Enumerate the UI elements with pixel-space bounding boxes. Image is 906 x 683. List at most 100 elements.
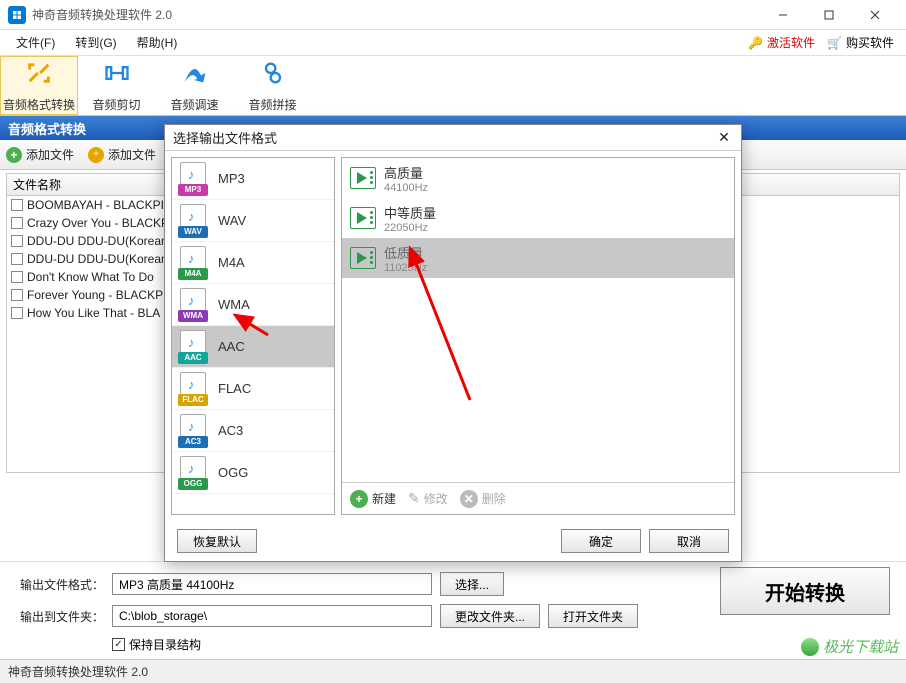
add-file-button[interactable]: + 添加文件 bbox=[6, 146, 74, 163]
quality-item[interactable]: 中等质量22050Hz bbox=[342, 198, 734, 238]
format-label: OGG bbox=[218, 465, 248, 480]
plus-icon: + bbox=[6, 147, 22, 163]
add-folder-button[interactable]: + 添加文件 bbox=[88, 146, 156, 163]
quality-panel: 高质量44100Hz中等质量22050Hz低质量11025Hz + 新建 ✎ 修… bbox=[341, 157, 735, 515]
edit-quality-button[interactable]: ✎ 修改 bbox=[408, 490, 448, 507]
tool-join[interactable]: 音频拼接 bbox=[234, 56, 312, 115]
file-name: DDU-DU DDU-DU(Korean bbox=[27, 252, 168, 266]
format-icon: ♪AC3 bbox=[178, 414, 210, 448]
quality-name: 高质量 bbox=[384, 163, 428, 182]
activate-label: 激活软件 bbox=[767, 34, 815, 51]
tool-cut-label: 音频剪切 bbox=[92, 96, 140, 113]
row-checkbox[interactable] bbox=[11, 253, 23, 265]
join-icon bbox=[259, 59, 287, 94]
buy-link[interactable]: 🛒 购买软件 bbox=[821, 34, 900, 51]
file-name: Forever Young - BLACKPI bbox=[27, 288, 166, 302]
format-item-ogg[interactable]: ♪OGGOGG bbox=[172, 452, 334, 494]
tool-speed[interactable]: 音频调速 bbox=[156, 56, 234, 115]
pencil-icon: ✎ bbox=[408, 490, 420, 507]
menu-goto[interactable]: 转到(G) bbox=[65, 30, 126, 55]
tool-join-label: 音频拼接 bbox=[248, 96, 296, 113]
format-item-m4a[interactable]: ♪M4AM4A bbox=[172, 242, 334, 284]
row-checkbox[interactable] bbox=[11, 199, 23, 211]
quality-hz: 44100Hz bbox=[384, 182, 428, 194]
format-label: AC3 bbox=[218, 423, 243, 438]
file-name: DDU-DU DDU-DU(Korean bbox=[27, 234, 168, 248]
format-item-wav[interactable]: ♪WAVWAV bbox=[172, 200, 334, 242]
quality-toolbar: + 新建 ✎ 修改 ✕ 删除 bbox=[342, 482, 734, 514]
app-icon bbox=[8, 6, 26, 24]
plus-icon: + bbox=[350, 490, 368, 508]
x-icon: ✕ bbox=[460, 490, 478, 508]
format-label: MP3 bbox=[218, 171, 245, 186]
row-checkbox[interactable] bbox=[11, 217, 23, 229]
buy-label: 购买软件 bbox=[846, 34, 894, 51]
tool-convert-label: 音频格式转换 bbox=[3, 96, 75, 113]
format-item-wma[interactable]: ♪WMAWMA bbox=[172, 284, 334, 326]
out-folder-label: 输出到文件夹： bbox=[12, 608, 104, 625]
video-icon bbox=[350, 247, 376, 269]
keep-dir-label: 保持目录结构 bbox=[129, 636, 201, 653]
delete-quality-button[interactable]: ✕ 删除 bbox=[460, 490, 506, 508]
window-title: 神奇音频转换处理软件 2.0 bbox=[32, 6, 760, 23]
format-label: M4A bbox=[218, 255, 245, 270]
file-name: Don't Know What To Do bbox=[27, 270, 154, 284]
titlebar: 神奇音频转换处理软件 2.0 bbox=[0, 0, 906, 30]
select-format-button[interactable]: 选择... bbox=[440, 572, 504, 596]
activate-link[interactable]: 🔑 激活软件 bbox=[742, 34, 821, 51]
file-name: Crazy Over You - BLACKP bbox=[27, 216, 169, 230]
format-item-ac3[interactable]: ♪AC3 AC3 bbox=[172, 410, 334, 452]
file-name: BOOMBAYAH - BLACKPIN bbox=[27, 198, 173, 212]
out-folder-value[interactable]: C:\blob_storage\ bbox=[112, 605, 432, 627]
folder-plus-icon: + bbox=[88, 147, 104, 163]
convert-icon bbox=[25, 59, 53, 94]
status-text: 神奇音频转换处理软件 2.0 bbox=[8, 663, 148, 680]
minimize-button[interactable] bbox=[760, 0, 806, 30]
add-file-label: 添加文件 bbox=[26, 146, 74, 163]
cut-icon bbox=[103, 59, 131, 94]
tool-cut[interactable]: 音频剪切 bbox=[78, 56, 156, 115]
row-checkbox[interactable] bbox=[11, 235, 23, 247]
new-quality-button[interactable]: + 新建 bbox=[350, 490, 396, 508]
tool-convert[interactable]: 音频格式转换 bbox=[0, 56, 78, 115]
quality-hz: 22050Hz bbox=[384, 222, 436, 234]
ok-button[interactable]: 确定 bbox=[561, 529, 641, 553]
watermark: 极光下载站 bbox=[801, 636, 898, 657]
video-icon bbox=[350, 207, 376, 229]
format-item-aac[interactable]: ♪AAC AAC bbox=[172, 326, 334, 368]
quality-item[interactable]: 高质量44100Hz bbox=[342, 158, 734, 198]
format-dialog: 选择输出文件格式 ✕ ♪MP3MP3♪WAVWAV♪M4AM4A♪WMAWMA♪… bbox=[164, 124, 742, 562]
quality-name: 中等质量 bbox=[384, 203, 436, 222]
out-format-label: 输出文件格式： bbox=[12, 576, 104, 593]
restore-default-button[interactable]: 恢复默认 bbox=[177, 529, 257, 553]
add-folder-label: 添加文件 bbox=[108, 146, 156, 163]
row-checkbox[interactable] bbox=[11, 271, 23, 283]
format-item-mp3[interactable]: ♪MP3MP3 bbox=[172, 158, 334, 200]
row-checkbox[interactable] bbox=[11, 307, 23, 319]
menu-help[interactable]: 帮助(H) bbox=[127, 30, 188, 55]
format-icon: ♪WAV bbox=[178, 204, 210, 238]
cancel-button[interactable]: 取消 bbox=[649, 529, 729, 553]
maximize-button[interactable] bbox=[806, 0, 852, 30]
change-folder-button[interactable]: 更改文件夹... bbox=[440, 604, 540, 628]
col-filename: 文件名称 bbox=[13, 176, 61, 193]
window-controls bbox=[760, 0, 898, 30]
cart-icon: 🛒 bbox=[827, 36, 842, 50]
format-list[interactable]: ♪MP3MP3♪WAVWAV♪M4AM4A♪WMAWMA ♪AAC AAC ♪FLAC… bbox=[171, 157, 335, 515]
format-icon: ♪AAC bbox=[178, 330, 210, 364]
quality-hz: 11025Hz bbox=[384, 262, 427, 274]
dialog-footer: 恢复默认 确定 取消 bbox=[165, 521, 741, 561]
quality-item[interactable]: 低质量11025Hz bbox=[342, 238, 734, 278]
close-button[interactable] bbox=[852, 0, 898, 30]
start-convert-button[interactable]: 开始转换 bbox=[720, 567, 890, 615]
keep-dir-row[interactable]: ✓ 保持目录结构 bbox=[112, 636, 894, 653]
dialog-close-button[interactable]: ✕ bbox=[715, 129, 733, 147]
speed-icon bbox=[181, 59, 209, 94]
row-checkbox[interactable] bbox=[11, 289, 23, 301]
menu-file[interactable]: 文件(F) bbox=[6, 30, 65, 55]
format-label: AAC bbox=[218, 339, 245, 354]
keep-dir-checkbox[interactable]: ✓ bbox=[112, 638, 125, 651]
open-folder-button[interactable]: 打开文件夹 bbox=[548, 604, 638, 628]
quality-list[interactable]: 高质量44100Hz中等质量22050Hz低质量11025Hz bbox=[342, 158, 734, 482]
format-item-flac[interactable]: ♪FLACFLAC bbox=[172, 368, 334, 410]
